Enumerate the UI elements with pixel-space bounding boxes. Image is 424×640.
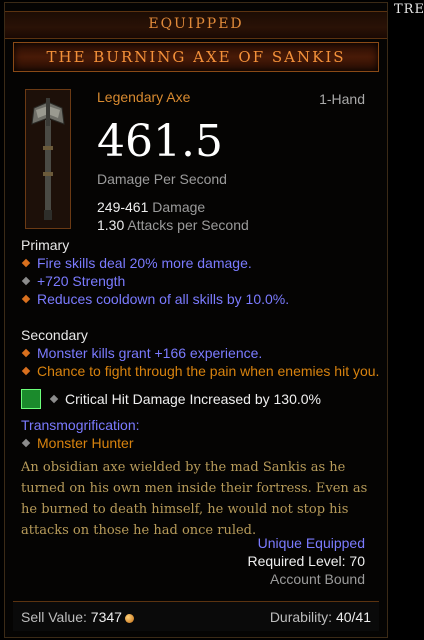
damage-line: 249-461 Damage bbox=[97, 199, 205, 215]
attack-speed-line: 1.30 Attacks per Second bbox=[97, 217, 249, 233]
affix-diamond-icon bbox=[21, 367, 31, 376]
primary-affix: Reduces cooldown of all skills by 10.0%. bbox=[21, 291, 289, 307]
tooltip-footer: Sell Value: 7347 Durability: 40/41 bbox=[13, 601, 379, 631]
affix-diamond-icon bbox=[21, 277, 31, 286]
secondary-affix: Monster kills grant +166 experience. bbox=[21, 345, 262, 361]
equipped-banner: EQUIPPED bbox=[5, 11, 387, 39]
affix-diamond-icon bbox=[21, 295, 31, 304]
dps-value: 461.5 bbox=[97, 116, 223, 167]
background-window-title: TRE bbox=[394, 2, 424, 17]
flavor-text: An obsidian axe wielded by the mad Sanki… bbox=[21, 460, 368, 538]
axe-icon bbox=[25, 89, 71, 229]
primary-affix: +720 Strength bbox=[21, 273, 125, 289]
primary-heading: Primary bbox=[21, 237, 70, 253]
damage-range: 249-461 bbox=[97, 199, 149, 215]
sell-value: Sell Value: 7347 bbox=[21, 609, 134, 625]
account-bound: Account Bound bbox=[270, 571, 365, 587]
affix-diamond-icon bbox=[21, 349, 31, 358]
durability: Durability: 40/41 bbox=[269, 609, 371, 625]
required-level: Required Level: 70 bbox=[247, 553, 365, 569]
unique-equipped: Unique Equipped bbox=[257, 535, 365, 551]
gem-effect: Critical Hit Damage Increased by 130.0% bbox=[49, 391, 321, 407]
item-slot: 1-Hand bbox=[319, 91, 365, 107]
item-tooltip: EQUIPPED THE BURNING AXE OF SANKIS Legen… bbox=[4, 2, 388, 638]
attack-speed-value: 1.30 bbox=[97, 217, 125, 233]
transmog-heading: Transmogrification: bbox=[21, 417, 140, 433]
affix-diamond-icon bbox=[21, 439, 31, 448]
item-name-banner: THE BURNING AXE OF SANKIS bbox=[13, 42, 379, 72]
gold-coin-icon bbox=[124, 613, 134, 623]
transmog-value: Monster Hunter bbox=[21, 435, 133, 451]
emerald-gem-icon bbox=[21, 389, 41, 409]
secondary-heading: Secondary bbox=[21, 327, 88, 343]
affix-diamond-icon bbox=[21, 259, 31, 268]
damage-label: Damage bbox=[152, 199, 206, 215]
attack-speed-label: Attacks per Second bbox=[127, 217, 249, 233]
item-name: THE BURNING AXE OF SANKIS bbox=[46, 48, 346, 66]
affix-diamond-icon bbox=[49, 395, 59, 404]
primary-affix: Fire skills deal 20% more damage. bbox=[21, 255, 252, 271]
secondary-affix: Chance to fight through the pain when en… bbox=[21, 363, 379, 379]
dps-label: Damage Per Second bbox=[97, 171, 227, 187]
item-type: Legendary Axe bbox=[97, 89, 191, 105]
equipped-label: EQUIPPED bbox=[148, 16, 244, 32]
